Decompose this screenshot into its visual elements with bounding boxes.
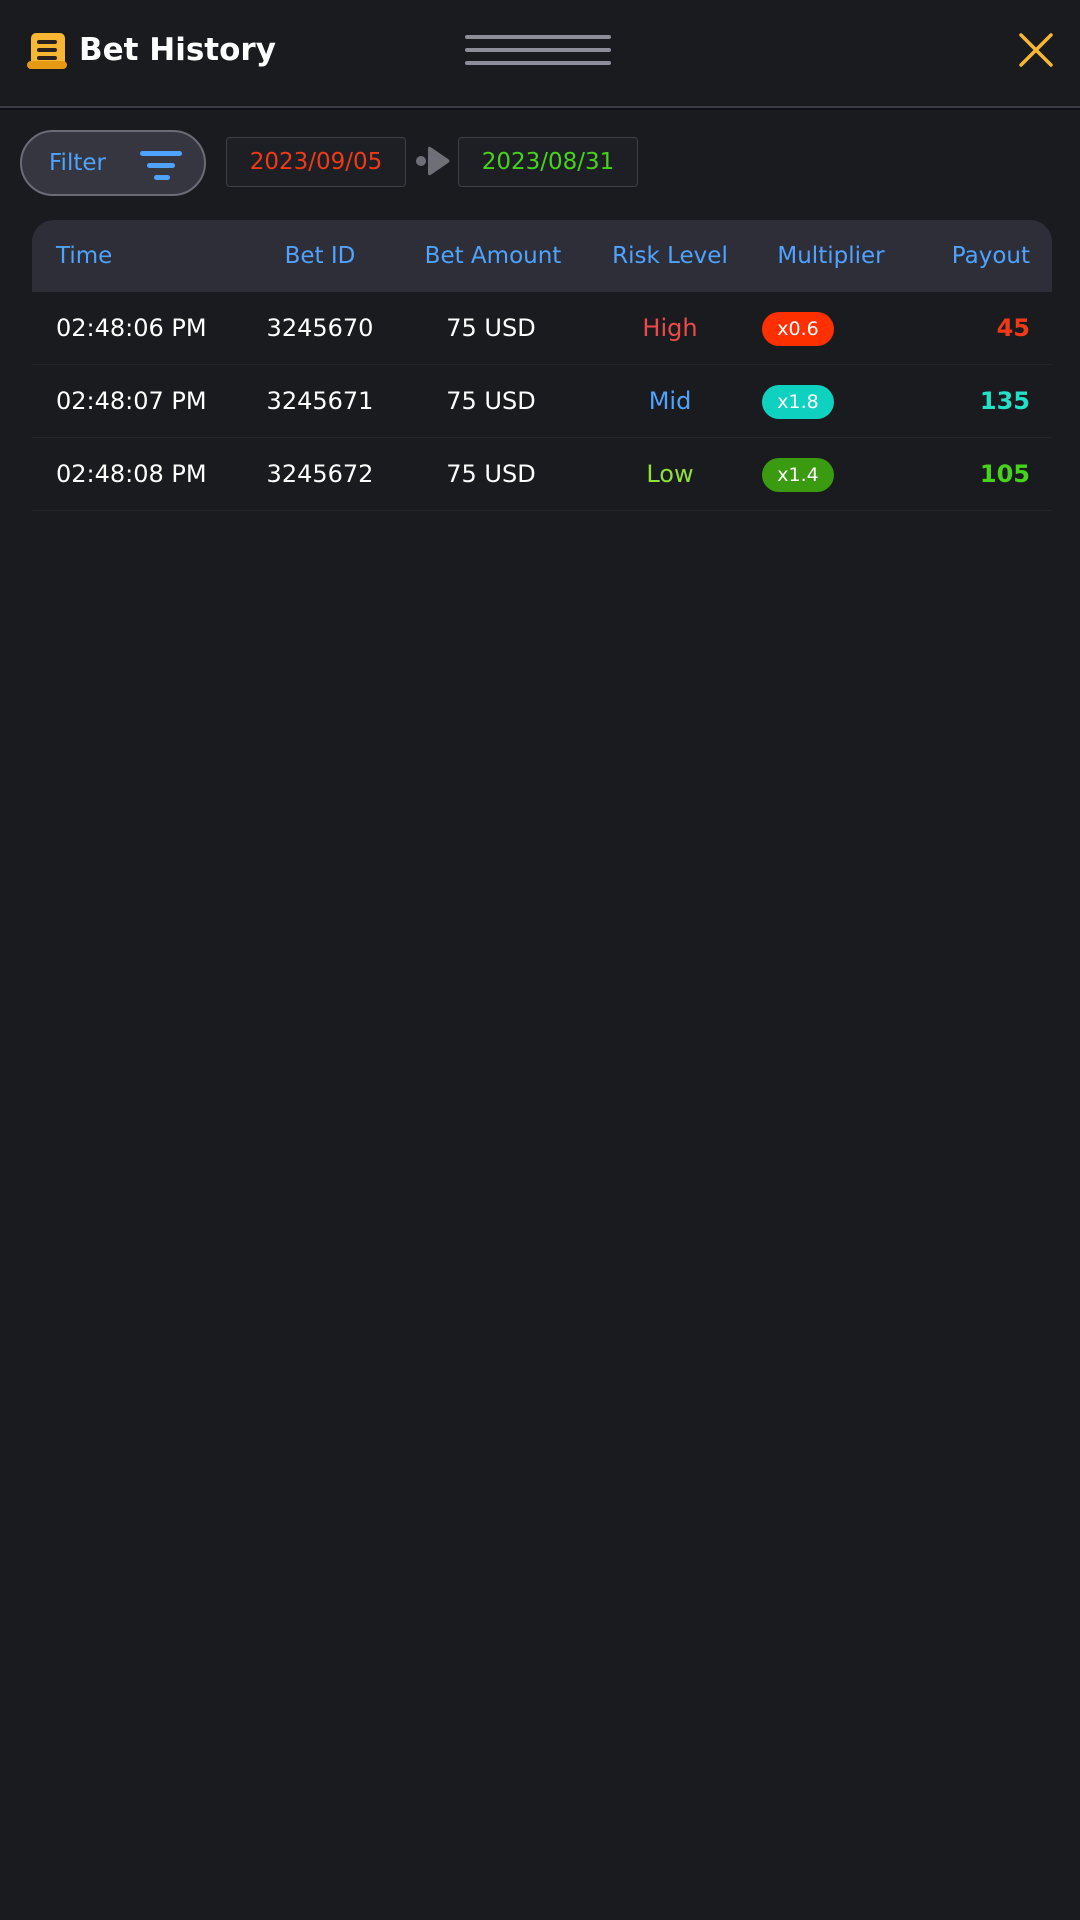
filter-icon bbox=[140, 151, 182, 180]
arrow-right-icon bbox=[416, 146, 450, 176]
column-header-multiplier: Multiplier bbox=[777, 243, 885, 269]
cell-bet-id: 3245670 bbox=[266, 314, 374, 342]
multiplier-badge: x1.8 bbox=[762, 385, 834, 419]
table-header: Time Bet ID Bet Amount Risk Level Multip… bbox=[32, 220, 1052, 292]
cell-bet-amount: 75 USD bbox=[446, 387, 536, 415]
cell-payout: 105 bbox=[979, 460, 1030, 488]
cell-bet-amount: 75 USD bbox=[446, 460, 536, 488]
drag-handle[interactable] bbox=[465, 35, 613, 69]
cell-payout: 45 bbox=[996, 314, 1030, 342]
multiplier-badge: x1.4 bbox=[762, 458, 834, 492]
page-title: Bet History bbox=[79, 32, 276, 68]
table-row[interactable]: 02:48:06 PM 3245670 75 USD High x0.6 45 bbox=[32, 292, 1052, 365]
bet-history-table: Time Bet ID Bet Amount Risk Level Multip… bbox=[32, 220, 1052, 511]
date-to-field[interactable]: 2023/08/31 bbox=[458, 137, 638, 187]
header: Bet History bbox=[0, 0, 1080, 108]
cell-time: 02:48:06 PM bbox=[56, 314, 207, 342]
table-row[interactable]: 02:48:08 PM 3245672 75 USD Low x1.4 105 bbox=[32, 438, 1052, 511]
cell-time: 02:48:08 PM bbox=[56, 460, 207, 488]
cell-bet-amount: 75 USD bbox=[446, 314, 536, 342]
cell-risk-level: Mid bbox=[648, 387, 692, 415]
cell-bet-id: 3245671 bbox=[266, 387, 374, 415]
cell-time: 02:48:07 PM bbox=[56, 387, 207, 415]
column-header-bet-id: Bet ID bbox=[284, 243, 356, 269]
filter-button[interactable]: Filter bbox=[20, 130, 206, 196]
column-header-time: Time bbox=[56, 243, 113, 269]
table-row[interactable]: 02:48:07 PM 3245671 75 USD Mid x1.8 135 bbox=[32, 365, 1052, 438]
cell-risk-level: High bbox=[642, 314, 698, 342]
cell-bet-id: 3245672 bbox=[266, 460, 374, 488]
column-header-bet-amount: Bet Amount bbox=[424, 243, 562, 269]
scroll-icon bbox=[27, 33, 67, 69]
filter-label: Filter bbox=[49, 150, 106, 176]
close-icon[interactable] bbox=[1018, 32, 1054, 68]
multiplier-badge: x0.6 bbox=[762, 312, 834, 346]
cell-risk-level: Low bbox=[646, 460, 694, 488]
cell-payout: 135 bbox=[979, 387, 1030, 415]
column-header-payout: Payout bbox=[951, 243, 1030, 269]
date-from-field[interactable]: 2023/09/05 bbox=[226, 137, 406, 187]
